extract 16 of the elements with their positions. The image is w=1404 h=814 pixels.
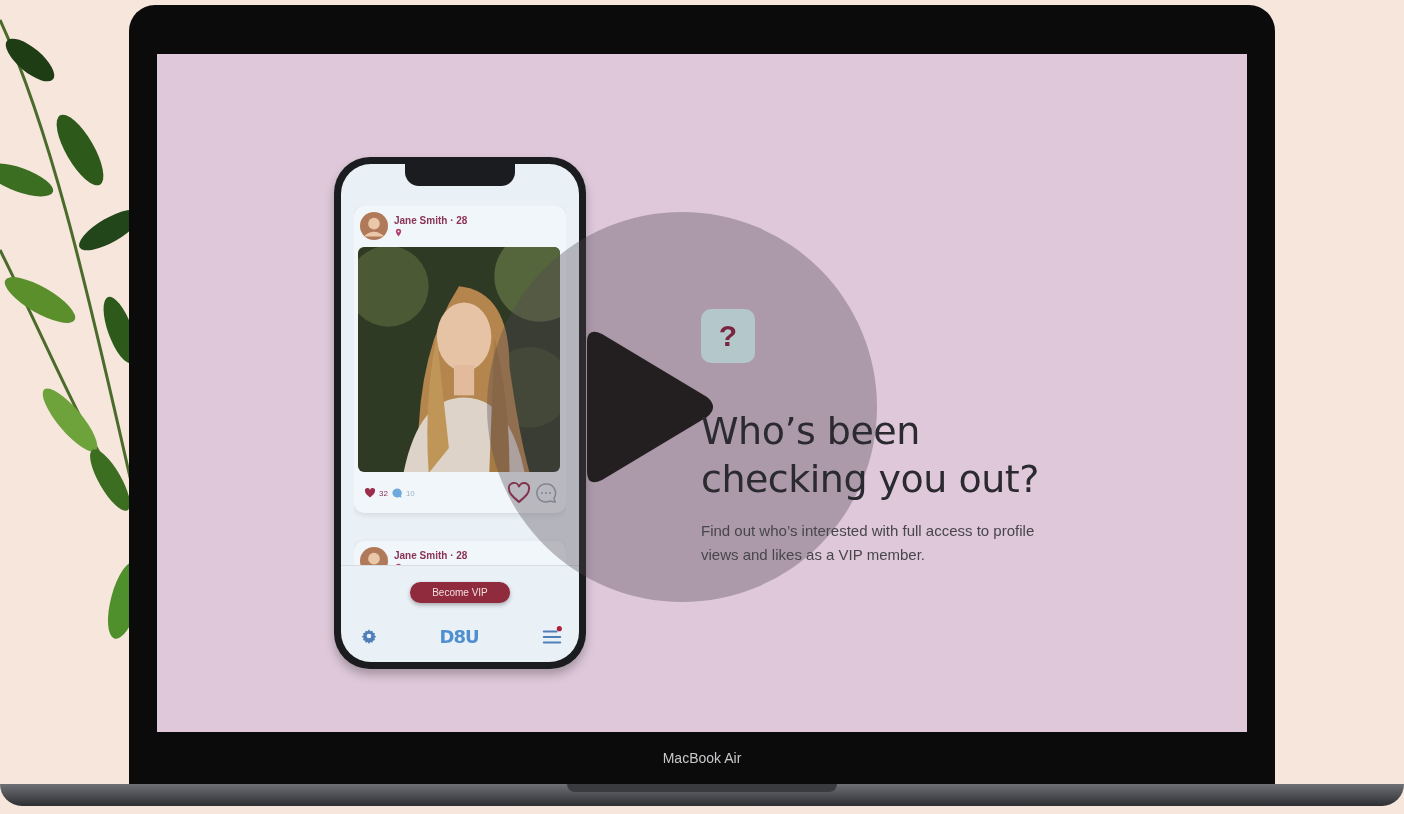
avatar-icon[interactable] xyxy=(360,212,388,240)
promo-heading: Who’s been checking you out? xyxy=(701,408,1040,503)
heart-icon xyxy=(364,487,376,499)
laptop-model-label: MacBook Air xyxy=(662,750,742,766)
question-badge: ? xyxy=(701,309,755,363)
become-vip-button[interactable]: Become VIP xyxy=(410,581,510,603)
location-pin-icon xyxy=(394,228,403,237)
like-button[interactable] xyxy=(507,481,531,505)
profile-name[interactable]: Jane Smith · 28 xyxy=(394,215,468,226)
like-count: 32 xyxy=(379,488,388,498)
settings-icon[interactable] xyxy=(361,628,377,644)
comment-count: 10 xyxy=(405,488,415,498)
profile-name[interactable]: Jane Smith · 28 xyxy=(394,550,468,561)
app-logo: D8U xyxy=(439,625,479,647)
comment-icon xyxy=(390,487,403,499)
promo-text: Find out who’s interested with full access to profile views and likes as a VIP member. xyxy=(701,521,1036,565)
